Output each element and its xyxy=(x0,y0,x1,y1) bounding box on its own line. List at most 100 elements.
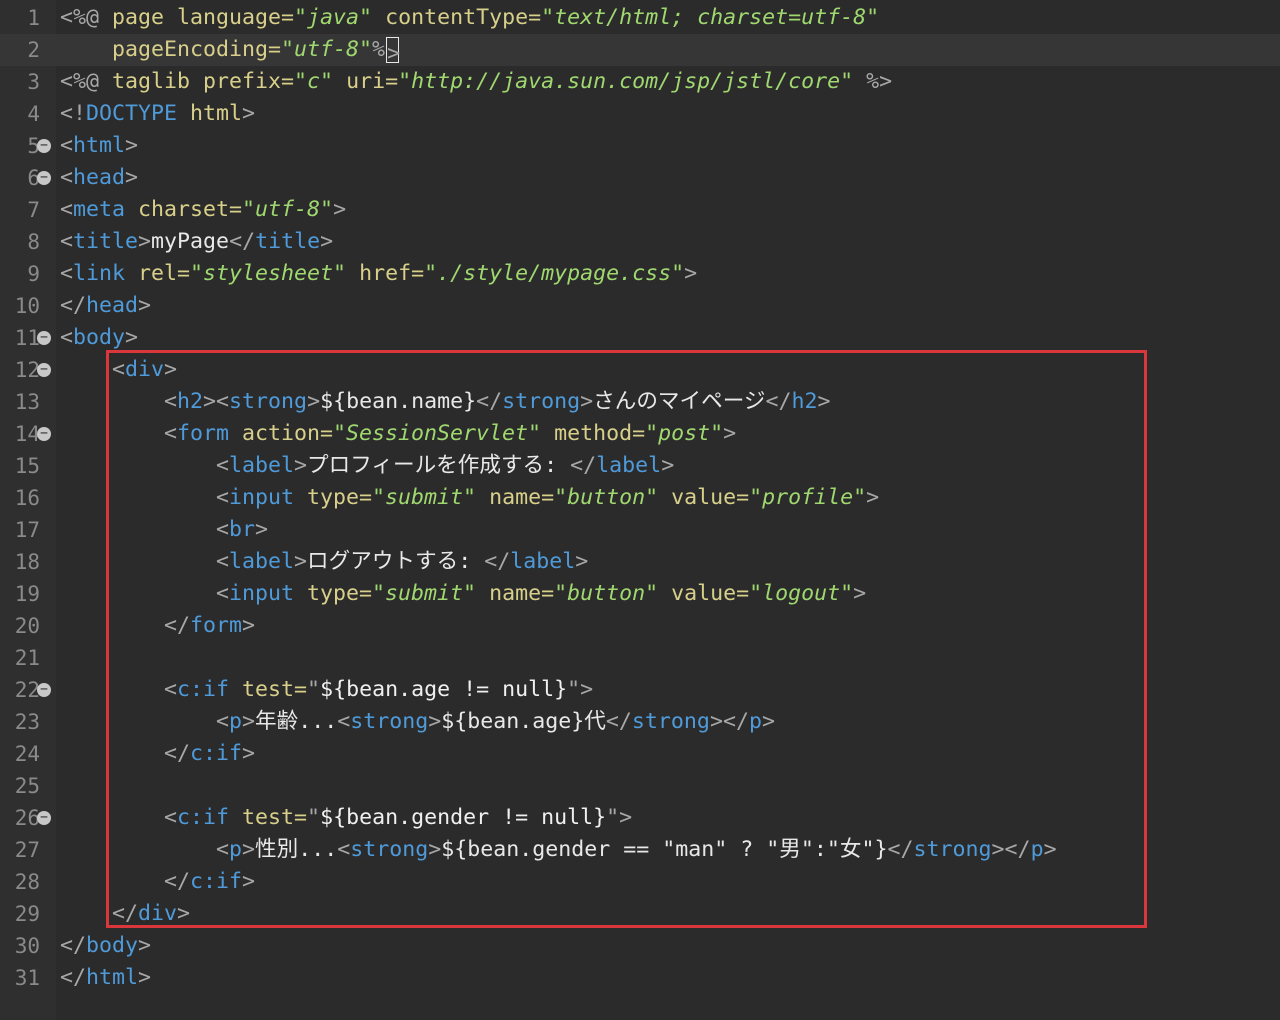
code-text: <title>myPage</title> xyxy=(60,226,333,258)
fold-collapse-icon[interactable]: − xyxy=(37,683,51,697)
line-number: 22 xyxy=(14,678,40,702)
code-line-4[interactable]: 4 <!DOCTYPE html> xyxy=(0,98,1280,130)
code-token: title xyxy=(255,229,321,254)
code-line-17[interactable]: 17 <br> xyxy=(0,514,1280,546)
code-token: > xyxy=(242,101,256,126)
code-token: c:if xyxy=(177,677,243,702)
line-number: 17 xyxy=(14,518,40,542)
code-line-10[interactable]: 10 </head> xyxy=(0,290,1280,322)
code-token: "c" xyxy=(294,69,334,94)
code-token: > xyxy=(125,165,139,190)
code-editor[interactable]: 1 <%@ page language="java" contentType="t… xyxy=(0,0,1280,1020)
code-token: < xyxy=(60,837,230,862)
code-line-27[interactable]: 27 <p>性別...<strong>${bean.gender == "man… xyxy=(0,834,1280,866)
code-token: < xyxy=(337,709,351,734)
code-token: < xyxy=(60,389,178,414)
code-token: 年齢... xyxy=(255,709,338,734)
code-line-9[interactable]: 9 <link rel="stylesheet" href="./style/my… xyxy=(0,258,1280,290)
line-number: 10 xyxy=(14,294,40,318)
code-token: < xyxy=(60,517,230,542)
code-token: form xyxy=(190,613,243,638)
fold-collapse-icon[interactable]: − xyxy=(37,171,51,185)
line-number: 13 xyxy=(14,390,40,414)
code-token: test= xyxy=(242,805,308,830)
code-line-13[interactable]: 13 <h2><strong>${bean.name}</strong>さんのマ… xyxy=(0,386,1280,418)
code-token: </ xyxy=(605,709,632,734)
code-token: > xyxy=(242,869,256,894)
code-line-16[interactable]: 16 <input type="submit" name="button" va… xyxy=(0,482,1280,514)
code-token: type= xyxy=(307,581,373,606)
code-token: "utf-8" xyxy=(242,197,334,222)
code-token: label xyxy=(229,453,295,478)
code-token: < xyxy=(60,453,230,478)
code-line-11[interactable]: 11− <body> xyxy=(0,322,1280,354)
code-line-22[interactable]: 22− <c:if test="${bean.age != null}"> xyxy=(0,674,1280,706)
code-token: strong xyxy=(350,837,429,862)
fold-collapse-icon[interactable]: − xyxy=(37,811,51,825)
line-number: 3 xyxy=(27,70,40,94)
code-line-29[interactable]: 29 </div> xyxy=(0,898,1280,930)
code-line-31[interactable]: 31 </html> xyxy=(0,962,1280,994)
code-token: > xyxy=(1043,837,1057,862)
code-text: <meta charset="utf-8"> xyxy=(60,194,346,226)
code-token: p xyxy=(229,709,243,734)
code-token: < xyxy=(60,549,230,574)
code-line-30[interactable]: 30 </body> xyxy=(0,930,1280,962)
code-line-19[interactable]: 19 <input type="submit" name="button" va… xyxy=(0,578,1280,610)
line-number: 25 xyxy=(14,774,40,798)
code-token: meta xyxy=(73,197,139,222)
code-lines[interactable]: 1 <%@ page language="java" contentType="t… xyxy=(0,2,1280,994)
code-line-28[interactable]: 28 </c:if> xyxy=(0,866,1280,898)
code-line-12[interactable]: 12− <div> xyxy=(0,354,1280,386)
code-token: method= xyxy=(541,421,646,446)
code-line-8[interactable]: 8 <title>myPage</title> xyxy=(0,226,1280,258)
code-token: </ xyxy=(60,901,139,926)
code-token: < xyxy=(60,325,74,350)
code-text: <c:if test="${bean.gender != null}"> xyxy=(60,802,632,834)
code-line-23[interactable]: 23 <p>年齢...<strong>${bean.age}代</strong>… xyxy=(0,706,1280,738)
code-text: <input type="submit" name="button" value… xyxy=(60,482,879,514)
code-line-25[interactable]: 25 xyxy=(0,770,1280,802)
line-number: 19 xyxy=(14,582,40,606)
code-line-6[interactable]: 6− <head> xyxy=(0,162,1280,194)
code-token: html xyxy=(190,101,243,126)
line-number: 20 xyxy=(14,614,40,638)
code-line-14[interactable]: 14− <form action="SessionServlet" method… xyxy=(0,418,1280,450)
code-token: "stylesheet" xyxy=(190,261,347,286)
code-token: value= xyxy=(658,581,750,606)
fold-collapse-icon[interactable]: − xyxy=(37,331,51,345)
code-text: <p>年齢...<strong>${bean.age}代</strong></p… xyxy=(60,706,775,738)
code-token: "text/html; charset=utf-8" xyxy=(541,5,880,30)
code-token: > xyxy=(138,933,152,958)
code-text: <label>ログアウトする: </label> xyxy=(60,546,588,578)
code-token: > xyxy=(242,709,256,734)
code-line-21[interactable]: 21 xyxy=(0,642,1280,674)
code-line-20[interactable]: 20 </form> xyxy=(0,610,1280,642)
code-token: ${bean.age != null} xyxy=(320,677,568,702)
code-token: p xyxy=(229,837,243,862)
code-line-3[interactable]: 3 <%@ taglib prefix="c" uri="http://java.… xyxy=(0,66,1280,98)
code-line-18[interactable]: 18 <label>ログアウトする: </label> xyxy=(0,546,1280,578)
code-token: > xyxy=(242,741,256,766)
code-line-5[interactable]: 5− <html> xyxy=(0,130,1280,162)
code-token: label xyxy=(596,453,662,478)
code-line-26[interactable]: 26− <c:if test="${bean.gender != null}"> xyxy=(0,802,1280,834)
code-token: " xyxy=(307,805,321,830)
code-line-15[interactable]: 15 <label>プロフィールを作成する: </label> xyxy=(0,450,1280,482)
fold-collapse-icon[interactable]: − xyxy=(37,363,51,377)
code-token: > xyxy=(761,709,775,734)
code-token: > xyxy=(575,549,589,574)
code-token: > xyxy=(333,197,347,222)
code-token: < xyxy=(60,805,178,830)
code-line-2[interactable]: 2 pageEncoding="utf-8"%> xyxy=(0,34,1280,66)
code-text: </div> xyxy=(60,898,190,930)
code-line-1[interactable]: 1 <%@ page language="java" contentType="t… xyxy=(0,2,1280,34)
code-line-24[interactable]: 24 </c:if> xyxy=(0,738,1280,770)
line-number: 21 xyxy=(14,646,40,670)
code-line-7[interactable]: 7 <meta charset="utf-8"> xyxy=(0,194,1280,226)
code-text: <!DOCTYPE html> xyxy=(60,98,255,130)
code-token: > xyxy=(320,229,334,254)
fold-collapse-icon[interactable]: − xyxy=(37,139,51,153)
code-text: </form> xyxy=(60,610,255,642)
fold-collapse-icon[interactable]: − xyxy=(37,427,51,441)
